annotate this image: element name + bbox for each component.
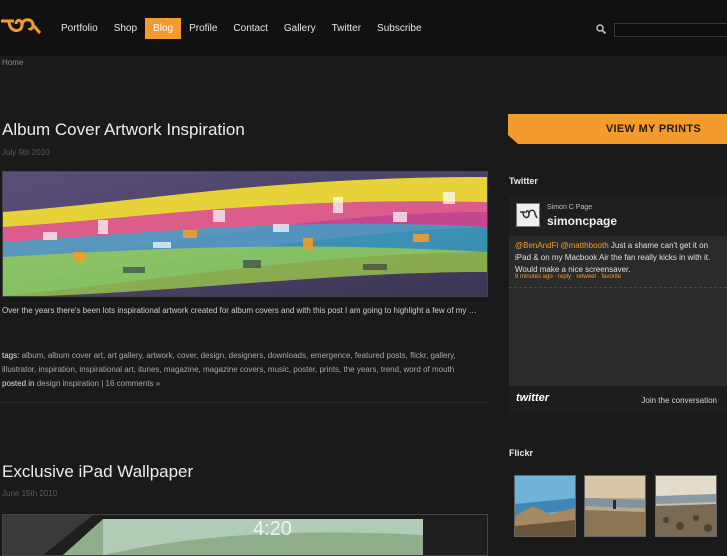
tweet-retweet-link[interactable]: retweet bbox=[576, 274, 596, 280]
tweet-text: @BenAndFi @matthbooth Just a shame can't… bbox=[515, 240, 723, 276]
tweet-time[interactable]: 9 minutes ago bbox=[515, 274, 553, 280]
tweet-mention[interactable]: @BenAndFi bbox=[515, 241, 558, 250]
twitter-profile-header: Simon C Page simoncpage bbox=[509, 196, 727, 236]
nav-twitter[interactable]: Twitter bbox=[324, 18, 369, 39]
ipad-wallpaper-image: 4:20 bbox=[3, 515, 487, 555]
search-icon[interactable] bbox=[596, 24, 606, 34]
meta-separator: | bbox=[101, 379, 104, 388]
nav-contact[interactable]: Contact bbox=[225, 18, 275, 39]
beach-photo-icon bbox=[515, 476, 575, 536]
nav-portfolio[interactable]: Portfolio bbox=[53, 18, 106, 39]
meta-dot: · bbox=[554, 274, 557, 280]
flickr-thumbnail[interactable] bbox=[655, 475, 717, 537]
twitter-display-name: Simon C Page bbox=[547, 204, 593, 211]
meta-dot: · bbox=[597, 274, 600, 280]
avatar[interactable] bbox=[516, 203, 540, 227]
twitter-handle[interactable]: simoncpage bbox=[547, 214, 617, 228]
post-date: June 15th 2010 bbox=[2, 489, 58, 498]
join-conversation-link[interactable]: Join the conversation bbox=[641, 396, 717, 405]
twitter-heading: Twitter bbox=[509, 176, 538, 186]
post-featured-image[interactable] bbox=[2, 171, 488, 297]
nav-profile[interactable]: Profile bbox=[181, 18, 225, 39]
view-prints-button[interactable]: VIEW MY PRINTS bbox=[508, 114, 727, 144]
tweet-favorite-link[interactable]: favorite bbox=[601, 274, 621, 280]
flickr-thumbnail[interactable] bbox=[584, 475, 646, 537]
twitter-widget: Simon C Page simoncpage @BenAndFi @matth… bbox=[509, 196, 727, 414]
view-prints-label: VIEW MY PRINTS bbox=[605, 123, 701, 135]
flickr-heading: Flickr bbox=[509, 448, 534, 458]
main-nav: Portfolio Shop Blog Profile Contact Gall… bbox=[53, 18, 430, 39]
post-title[interactable]: Exclusive iPad Wallpaper bbox=[2, 462, 193, 482]
search-input[interactable] bbox=[614, 23, 727, 37]
post-date: July 9th 2010 bbox=[2, 148, 50, 157]
tags-list[interactable]: album, album cover art, art gallery, art… bbox=[2, 351, 456, 374]
meta-dot: · bbox=[572, 274, 575, 280]
site-header: Portfolio Shop Blog Profile Contact Gall… bbox=[0, 0, 727, 56]
site-logo-icon[interactable] bbox=[0, 16, 42, 36]
breadcrumb-home[interactable]: Home bbox=[2, 58, 23, 67]
post-meta: tags: album, album cover art, art galler… bbox=[2, 349, 486, 391]
nav-gallery[interactable]: Gallery bbox=[276, 18, 324, 39]
tweet-divider bbox=[509, 287, 727, 288]
tweet-mention[interactable]: @matthbooth bbox=[561, 241, 609, 250]
svg-text:4:20: 4:20 bbox=[253, 518, 292, 540]
tags-label: tags: bbox=[2, 351, 20, 360]
flickr-thumbnail[interactable] bbox=[514, 475, 576, 537]
category-link[interactable]: design inspiration bbox=[37, 379, 99, 388]
posted-in-label: posted in bbox=[2, 379, 35, 388]
post-featured-image[interactable]: 4:20 bbox=[2, 514, 488, 556]
tweet-meta: 9 minutes ago · reply · retweet · favori… bbox=[515, 274, 621, 280]
twitter-widget-footer: twitter Join the conversation bbox=[509, 386, 727, 414]
nav-blog[interactable]: Blog bbox=[145, 18, 182, 39]
post-title[interactable]: Album Cover Artwork Inspiration bbox=[2, 120, 245, 140]
post-excerpt: Over the years there's been lots inspira… bbox=[2, 306, 477, 315]
beach-photo-icon bbox=[656, 476, 716, 536]
nav-subscribe[interactable]: Subscribe bbox=[369, 18, 429, 39]
nav-shop[interactable]: Shop bbox=[106, 18, 145, 39]
post-divider bbox=[0, 402, 488, 403]
comments-link[interactable]: 16 comments » bbox=[106, 379, 161, 388]
abstract-artwork-image bbox=[3, 172, 487, 296]
beach-photo-icon bbox=[585, 476, 645, 536]
tweet-reply-link[interactable]: reply bbox=[558, 274, 571, 280]
twitter-logo-icon[interactable]: twitter bbox=[516, 392, 549, 404]
